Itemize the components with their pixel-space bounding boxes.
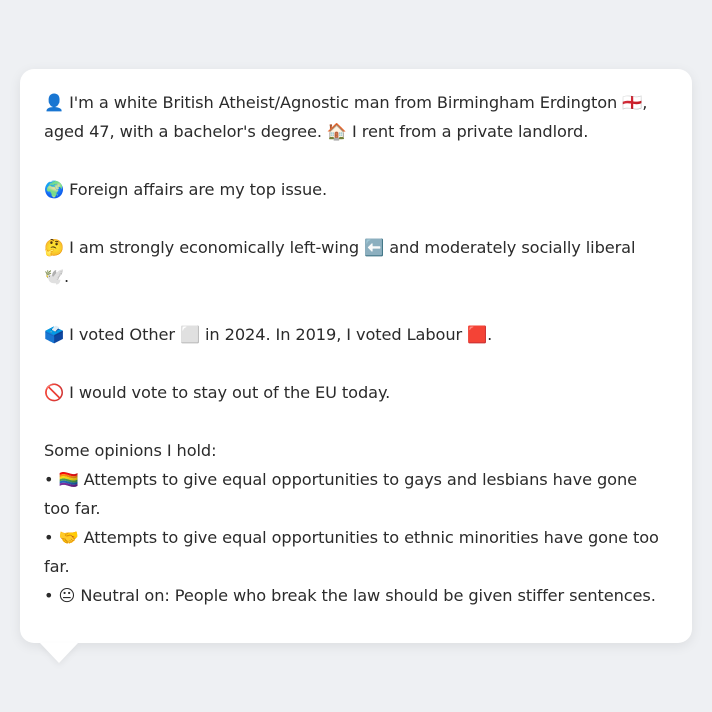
top-issue-text: 🌍 Foreign affairs are my top issue. bbox=[44, 180, 328, 199]
opinion-2-line-2: far. bbox=[44, 557, 70, 576]
eu-text: 🚫 I would vote to stay out of the EU tod… bbox=[44, 383, 391, 402]
opinion-1-line-2: too far. bbox=[44, 499, 101, 518]
opinion-3-line-1: • 😐 Neutral on: People who break the law… bbox=[44, 586, 656, 605]
opinion-2-line-1: • 🤝 Attempts to give equal opportunities… bbox=[44, 528, 659, 547]
votes-text: 🗳️ I voted Other ⬜ in 2024. In 2019, I v… bbox=[44, 325, 493, 344]
opinions-paragraph: Some opinions I hold: • 🏳️‍🌈 Attempts to… bbox=[44, 436, 672, 610]
ideology-line-2: 🕊️. bbox=[44, 267, 70, 286]
persona-message-bubble: 👤 I'm a white British Atheist/Agnostic m… bbox=[20, 69, 692, 643]
top-issue-paragraph: 🌍 Foreign affairs are my top issue. bbox=[44, 175, 672, 204]
opinions-header: Some opinions I hold: bbox=[44, 441, 217, 460]
ideology-line-1: 🤔 I am strongly economically left-wing ⬅… bbox=[44, 238, 636, 257]
intro-line-1: 👤 I'm a white British Atheist/Agnostic m… bbox=[44, 93, 648, 112]
bubble-tail bbox=[40, 643, 78, 663]
intro-paragraph: 👤 I'm a white British Atheist/Agnostic m… bbox=[44, 88, 672, 146]
eu-paragraph: 🚫 I would vote to stay out of the EU tod… bbox=[44, 378, 672, 407]
opinion-1-line-1: • 🏳️‍🌈 Attempts to give equal opportunit… bbox=[44, 470, 638, 489]
ideology-paragraph: 🤔 I am strongly economically left-wing ⬅… bbox=[44, 233, 672, 291]
votes-paragraph: 🗳️ I voted Other ⬜ in 2024. In 2019, I v… bbox=[44, 320, 672, 349]
intro-line-2: aged 47, with a bachelor's degree. 🏠 I r… bbox=[44, 122, 589, 141]
